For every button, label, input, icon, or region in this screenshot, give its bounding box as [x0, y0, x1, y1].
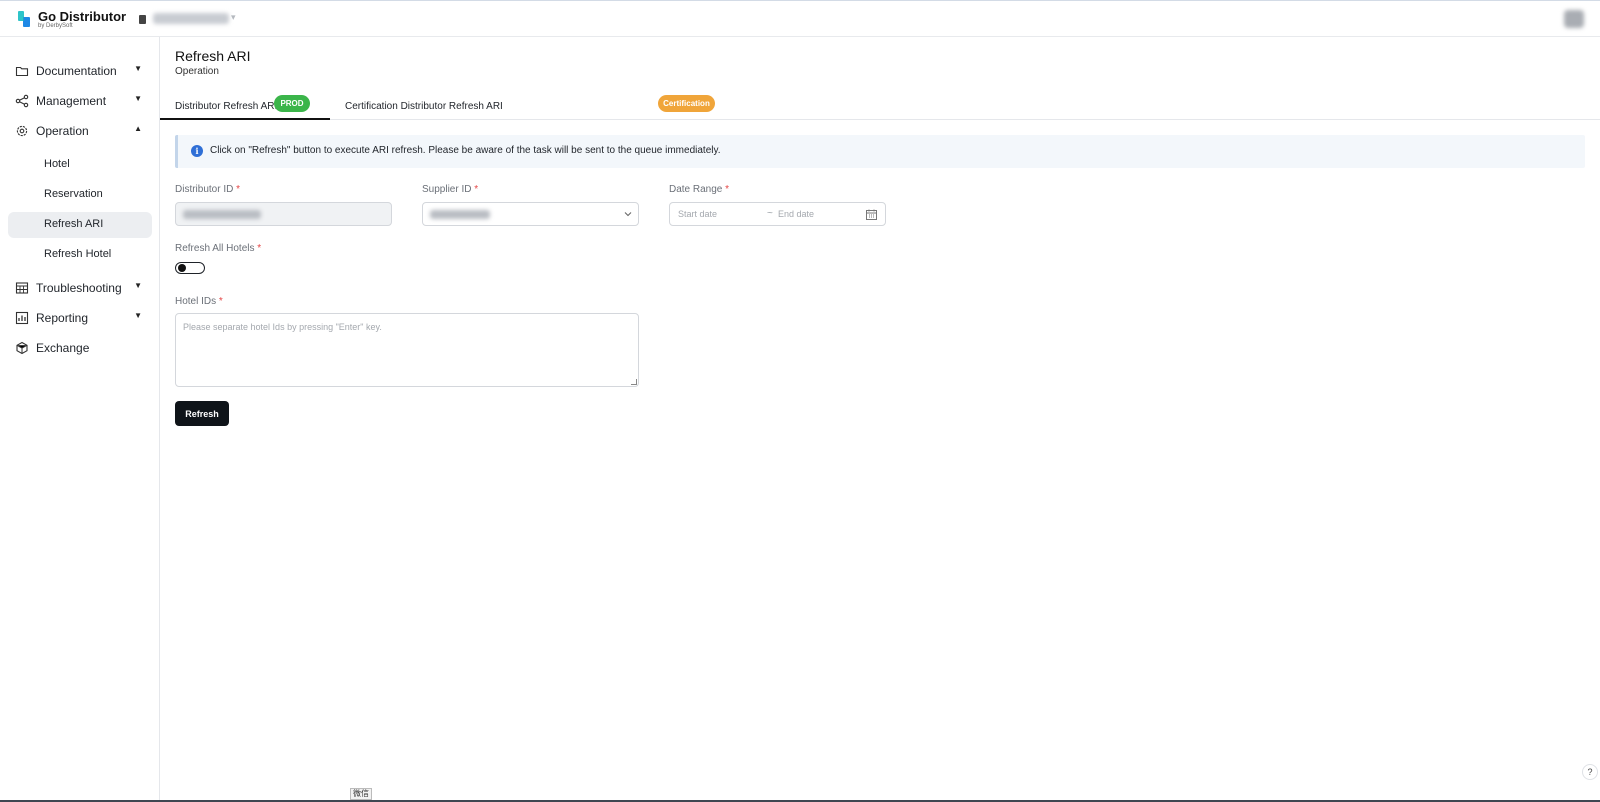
- sidebar: Documentation ▼ Management ▼ Operation ▲…: [0, 37, 160, 802]
- supplier-id-label: Supplier ID *: [422, 184, 479, 195]
- tab-bar: Distributor Refresh ARI PROD Certificati…: [160, 91, 1600, 120]
- sidebar-item-reporting[interactable]: Reporting ▼: [8, 305, 152, 331]
- required-mark: *: [236, 184, 241, 195]
- sidebar-item-documentation[interactable]: Documentation ▼: [8, 58, 152, 84]
- supplier-id-value: [430, 210, 490, 219]
- sidebar-subitem-label: Reservation: [44, 188, 103, 200]
- chevron-down-icon: ▼: [134, 64, 142, 73]
- tab-label: Certification Distributor Refresh ARI: [345, 101, 503, 112]
- avatar[interactable]: [1564, 10, 1584, 28]
- distributor-id-value: [183, 210, 261, 219]
- tab-distributor-refresh-ari[interactable]: Distributor Refresh ARI PROD: [160, 91, 330, 120]
- certification-badge: Certification: [658, 95, 715, 112]
- cube-icon: [16, 341, 28, 355]
- end-date-input[interactable]: End date: [778, 209, 814, 219]
- go-distributor-logo-icon[interactable]: [17, 10, 31, 28]
- brand-subtitle: by DerbySoft: [38, 23, 73, 29]
- chevron-down-icon[interactable]: ▾: [231, 12, 236, 23]
- sidebar-item-label: Troubleshooting: [36, 281, 122, 295]
- sidebar-subitem-label: Refresh Hotel: [44, 248, 112, 260]
- calendar-grid-icon: [15, 282, 29, 294]
- top-bar: Go Distributor by DerbySoft ▾: [0, 0, 1600, 37]
- date-separator: ~: [767, 208, 773, 219]
- calendar-icon[interactable]: [866, 209, 877, 220]
- chevron-down-icon: ▼: [134, 94, 142, 103]
- sidebar-item-management[interactable]: Management ▼: [8, 88, 152, 114]
- ime-indicator: 微信: [350, 788, 372, 800]
- hotel-ids-textarea[interactable]: Please separate hotel Ids by pressing "E…: [175, 313, 639, 387]
- refresh-all-hotels-label: Refresh All Hotels *: [175, 243, 262, 254]
- sidebar-subitem-hotel[interactable]: Hotel: [8, 152, 152, 178]
- distributor-id-label: Distributor ID *: [175, 184, 241, 195]
- supplier-id-select[interactable]: [422, 202, 639, 226]
- sidebar-item-label: Operation: [36, 124, 89, 138]
- refresh-all-hotels-toggle[interactable]: [175, 262, 205, 274]
- date-range-label: Date Range *: [669, 184, 730, 195]
- start-date-input[interactable]: Start date: [678, 209, 717, 219]
- folder-icon: [15, 66, 29, 77]
- distributor-id-field: [175, 202, 392, 226]
- chevron-down-icon: ▼: [134, 311, 142, 320]
- share-nodes-icon: [15, 94, 29, 108]
- chevron-down-icon: ▼: [134, 281, 142, 290]
- page-subtitle: Operation: [175, 66, 219, 77]
- sidebar-item-operation[interactable]: Operation ▲: [8, 118, 152, 144]
- required-mark: *: [725, 184, 730, 195]
- gear-icon: [16, 125, 28, 137]
- required-mark: *: [257, 243, 262, 254]
- hotel-ids-label: Hotel IDs *: [175, 296, 223, 307]
- sidebar-item-exchange[interactable]: Exchange: [8, 335, 152, 361]
- sidebar-subitem-refresh-ari[interactable]: Refresh ARI: [8, 212, 152, 238]
- chevron-down-icon: [624, 212, 632, 217]
- required-mark: *: [218, 296, 223, 307]
- sidebar-item-label: Documentation: [36, 64, 117, 78]
- alert-message: Click on "Refresh" button to execute ARI…: [210, 145, 721, 156]
- main-content: Refresh ARI Operation Distributor Refres…: [160, 37, 1600, 802]
- refresh-button[interactable]: Refresh: [175, 401, 229, 426]
- sidebar-subitem-label: Refresh ARI: [44, 218, 104, 230]
- chevron-up-icon: ▲: [134, 124, 142, 133]
- sidebar-subitem-refresh-hotel[interactable]: Refresh Hotel: [8, 242, 152, 268]
- report-chart-icon: [15, 311, 29, 325]
- sidebar-subitem-reservation[interactable]: Reservation: [8, 182, 152, 208]
- hotel-ids-placeholder: Please separate hotel Ids by pressing "E…: [183, 322, 382, 332]
- required-mark: *: [474, 184, 479, 195]
- tenant-building-icon: [139, 15, 146, 24]
- tab-label: Distributor Refresh ARI: [175, 101, 278, 112]
- sidebar-item-label: Exchange: [36, 341, 90, 355]
- help-icon[interactable]: ?: [1582, 764, 1598, 780]
- sidebar-item-troubleshooting[interactable]: Troubleshooting ▼: [8, 275, 152, 301]
- prod-badge: PROD: [274, 95, 310, 112]
- tenant-selector[interactable]: [153, 13, 229, 24]
- sidebar-subitem-label: Hotel: [44, 158, 70, 170]
- page-title: Refresh ARI: [175, 48, 251, 64]
- toggle-knob: [178, 264, 186, 272]
- resize-handle[interactable]: [631, 379, 637, 385]
- sidebar-item-label: Reporting: [36, 311, 89, 325]
- info-icon: i: [191, 145, 203, 157]
- date-range-picker[interactable]: Start date ~ End date: [669, 202, 886, 226]
- tab-certification-distributor-refresh-ari[interactable]: Certification Distributor Refresh ARI Ce…: [330, 91, 715, 120]
- brand-name: Go Distributor: [38, 9, 127, 24]
- sidebar-item-label: Management: [36, 94, 107, 108]
- info-alert: i Click on "Refresh" button to execute A…: [175, 135, 1585, 168]
